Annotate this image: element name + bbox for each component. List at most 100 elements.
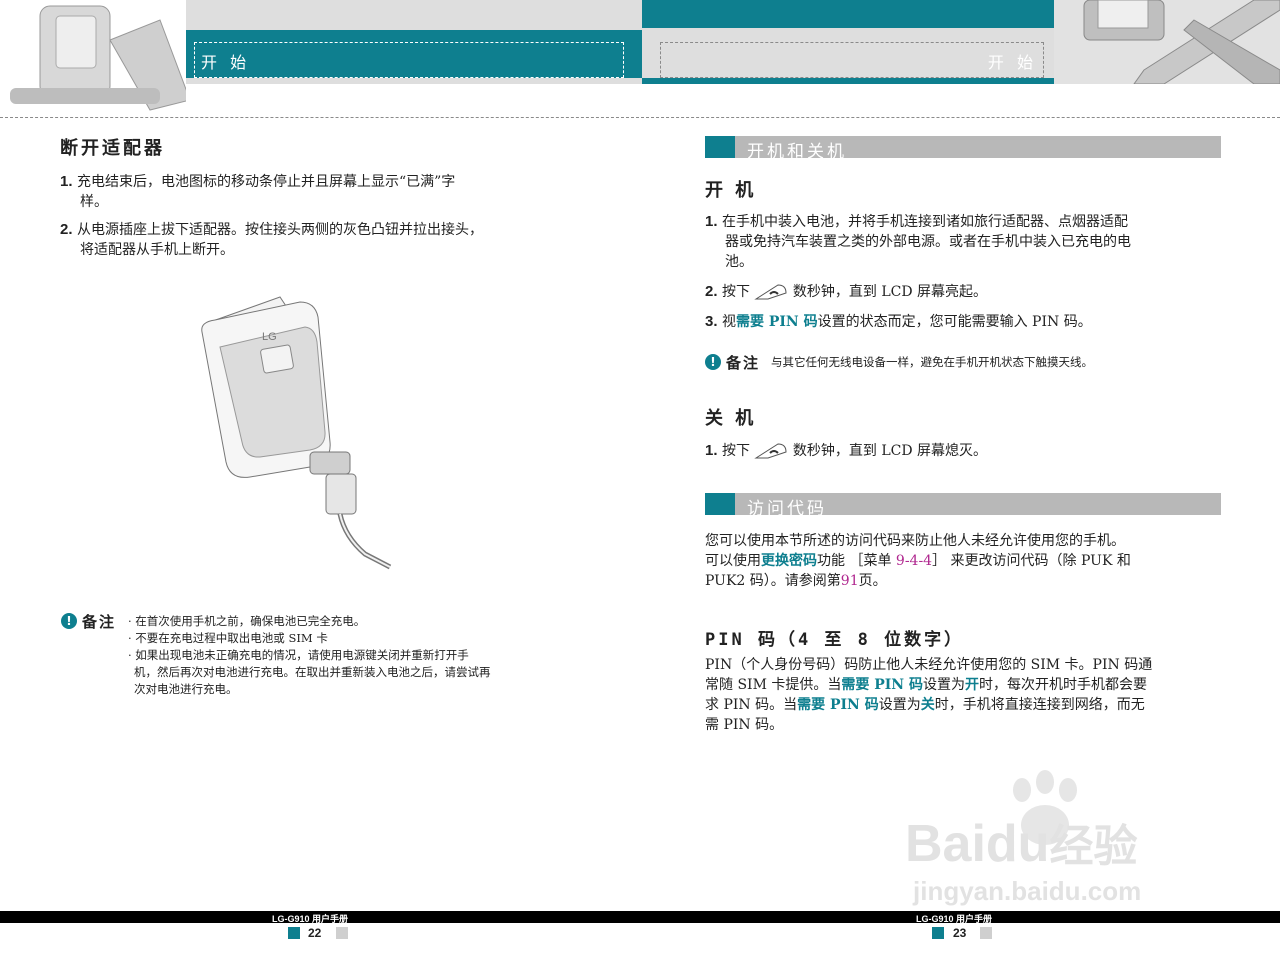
power-on-heading: 开 机: [705, 180, 757, 201]
note-line: · 不要在充电过程中取出电池或 SIM 卡: [128, 631, 328, 645]
note-line: · 如果出现电池未正确充电的情况，请使用电源键关闭并重新打开手: [128, 648, 469, 662]
section-title: 开机和关机: [747, 142, 847, 162]
step-text: 从电源插座上拔下适配器。按住接头两侧的灰色凸钮并拉出接头，: [76, 222, 483, 238]
power-off-step-1: 1. 按下 数秒钟，直到 LCD 屏幕熄灭。: [705, 441, 1225, 461]
step-text-cont: 样。: [80, 194, 108, 210]
step-number: 3.: [705, 313, 718, 330]
footer-left-manual: LG-G910 用户手册: [272, 914, 349, 924]
watermark-brand: Baidu经验: [905, 810, 1137, 874]
section-bar-access-codes: 访问代码: [705, 493, 1221, 519]
page-marker-gray: [336, 927, 348, 939]
pin-setting-link: 需要 PIN 码: [735, 314, 818, 330]
para-line: PIN（个人身份号码）码防止他人未经允许使用您的 SIM 卡。PIN 码通: [705, 657, 1153, 673]
baidu-watermark: Baidu经验 jingyan.baidu.com: [905, 770, 1205, 910]
left-step-2: 2. 从电源插座上拔下适配器。按住接头两侧的灰色凸钮并拉出接头， 将适配器从手机…: [60, 220, 570, 260]
power-off-heading: 关 机: [705, 408, 757, 429]
brand-part: Bai: [905, 815, 986, 873]
step-text: 充电结束后，电池图标的移动条停止并且屏幕上显示“已满”字: [76, 174, 456, 190]
para-text: ］ 来更改访问代码（除 PUK 和: [932, 553, 1131, 569]
change-code-link: 更换密码: [761, 553, 817, 569]
para-text: 时，手机将直接连接到网络，而无: [934, 697, 1145, 713]
left-heading: 断开适配器: [60, 138, 165, 159]
header-divider: [0, 117, 1280, 118]
brand-part: 经验: [1049, 822, 1138, 871]
header-left-phone-image: [0, 0, 191, 112]
page-marker-gray: [980, 927, 992, 939]
para-text: 设置为: [922, 677, 965, 693]
access-codes-paragraph: 您可以使用本节所述的访问代码来防止他人未经允许使用您的手机。 可以使用更换密码功…: [705, 531, 1225, 591]
menu-reference: 9-4-4: [895, 553, 933, 569]
note-line: 机，然后再次对电池进行充电。在取出并重新装入电池之后，请尝试再: [134, 665, 491, 679]
power-on-step-3: 3. 视需要 PIN 码设置的状态而定，您可能需要输入 PIN 码。: [705, 312, 1225, 332]
footer-bar: [0, 911, 1280, 923]
para-text: 时，每次开机时手机都会要: [978, 677, 1147, 693]
step-number: 2.: [60, 221, 73, 238]
page-marker: [932, 927, 944, 939]
note-line: 次对电池进行充电。: [134, 682, 238, 696]
para-text: 功能 ［菜单: [817, 553, 896, 569]
step-text: 按下: [721, 284, 750, 300]
step-text: 数秒钟，直到 LCD 屏幕亮起。: [792, 284, 988, 300]
left-note-icon: !: [61, 613, 77, 629]
page-reference: 91: [840, 573, 859, 589]
header-right-phone-image: [1054, 0, 1280, 85]
step-number: 1.: [60, 173, 73, 190]
pin-paragraph: PIN（个人身份号码）码防止他人未经允许使用您的 SIM 卡。PIN 码通 常随…: [705, 655, 1225, 735]
section-marker: [705, 136, 735, 158]
section-title: 访问代码: [747, 499, 827, 519]
header-right-teal-top: [642, 0, 1054, 28]
para-line: 您可以使用本节所述的访问代码来防止他人未经允许使用您的手机。: [705, 533, 1125, 549]
header-left-gray-band: [186, 0, 642, 30]
right-note-label: 备注: [726, 354, 761, 372]
end-key-icon: [754, 284, 787, 300]
page-number-right: 23: [953, 926, 967, 940]
para-line: 需 PIN 码。: [705, 717, 784, 733]
left-step-1: 1. 充电结束后，电池图标的移动条停止并且屏幕上显示“已满”字 样。: [60, 172, 570, 212]
left-note-label: 备注: [82, 613, 117, 631]
power-on-step-2: 2. 按下 数秒钟，直到 LCD 屏幕亮起。: [705, 282, 1225, 302]
pin-setting-link: 需要 PIN 码: [841, 677, 923, 693]
header-left-title-box: 开 始: [194, 42, 624, 78]
page-marker: [288, 927, 300, 939]
step-text: 设置的状态而定，您可能需要输入 PIN 码。: [817, 314, 1092, 330]
brand-part: du: [985, 815, 1050, 873]
footer-right-manual: LG-G910 用户手册: [916, 914, 993, 924]
pin-setting-link: 需要 PIN 码: [797, 697, 879, 713]
step-number: 1.: [705, 213, 718, 230]
step-number: 1.: [705, 442, 718, 459]
watermark-url: jingyan.baidu.com: [913, 876, 1142, 906]
on-value: 开: [964, 677, 979, 693]
para-text: PUK2 码）。请参阅第: [705, 573, 841, 589]
page-number-left: 22: [308, 926, 322, 940]
end-key-icon: [754, 443, 787, 459]
phone-adapter-illustration: LG: [190, 292, 410, 572]
step-text: 在手机中装入电池，并将手机连接到诸如旅行适配器、点烟器适配: [721, 214, 1128, 230]
header-right-teal-strip: [642, 78, 1054, 84]
section-bar-power: 开机和关机: [705, 136, 1221, 162]
right-note-text: 与其它任何无线电设备一样，避免在手机开机状态下触摸天线。: [771, 355, 1093, 369]
phone-logo: LG: [262, 331, 277, 343]
step-text-cont: 将适配器从手机上断开。: [80, 242, 234, 258]
step-text-cont: 器或免持汽车装置之类的外部电源。或者在手机中装入已充电的电: [725, 234, 1131, 250]
section-marker: [705, 493, 735, 515]
step-number: 2.: [705, 283, 718, 300]
header-left-gray-strip: [186, 78, 642, 84]
step-text: 按下: [721, 443, 750, 459]
header-right-title-box: 开 始: [660, 42, 1044, 78]
para-text: 求 PIN 码。当: [705, 697, 798, 713]
step-text: 视: [721, 314, 736, 330]
right-note-icon: !: [705, 354, 721, 370]
step-text-cont: 池。: [725, 254, 753, 270]
note-line: · 在首次使用手机之前，确保电池已完全充电。: [128, 614, 366, 628]
power-on-step-1: 1. 在手机中装入电池，并将手机连接到诸如旅行适配器、点烟器适配 器或免持汽车装…: [705, 212, 1225, 272]
header-left-title: 开 始: [201, 53, 251, 72]
para-text: 设置为: [878, 697, 921, 713]
para-text: 可以使用: [705, 553, 761, 569]
off-value: 关: [920, 697, 935, 713]
step-text: 数秒钟，直到 LCD 屏幕熄灭。: [792, 443, 988, 459]
para-text: 页。: [858, 573, 887, 589]
left-note-text: · 在首次使用手机之前，确保电池已完全充电。 · 不要在充电过程中取出电池或 S…: [128, 613, 568, 698]
pin-heading: PIN 码（4 至 8 位数字）: [705, 630, 965, 650]
para-text: 常随 SIM 卡提供。当: [705, 677, 842, 693]
header-right-title: 开 始: [987, 53, 1037, 72]
